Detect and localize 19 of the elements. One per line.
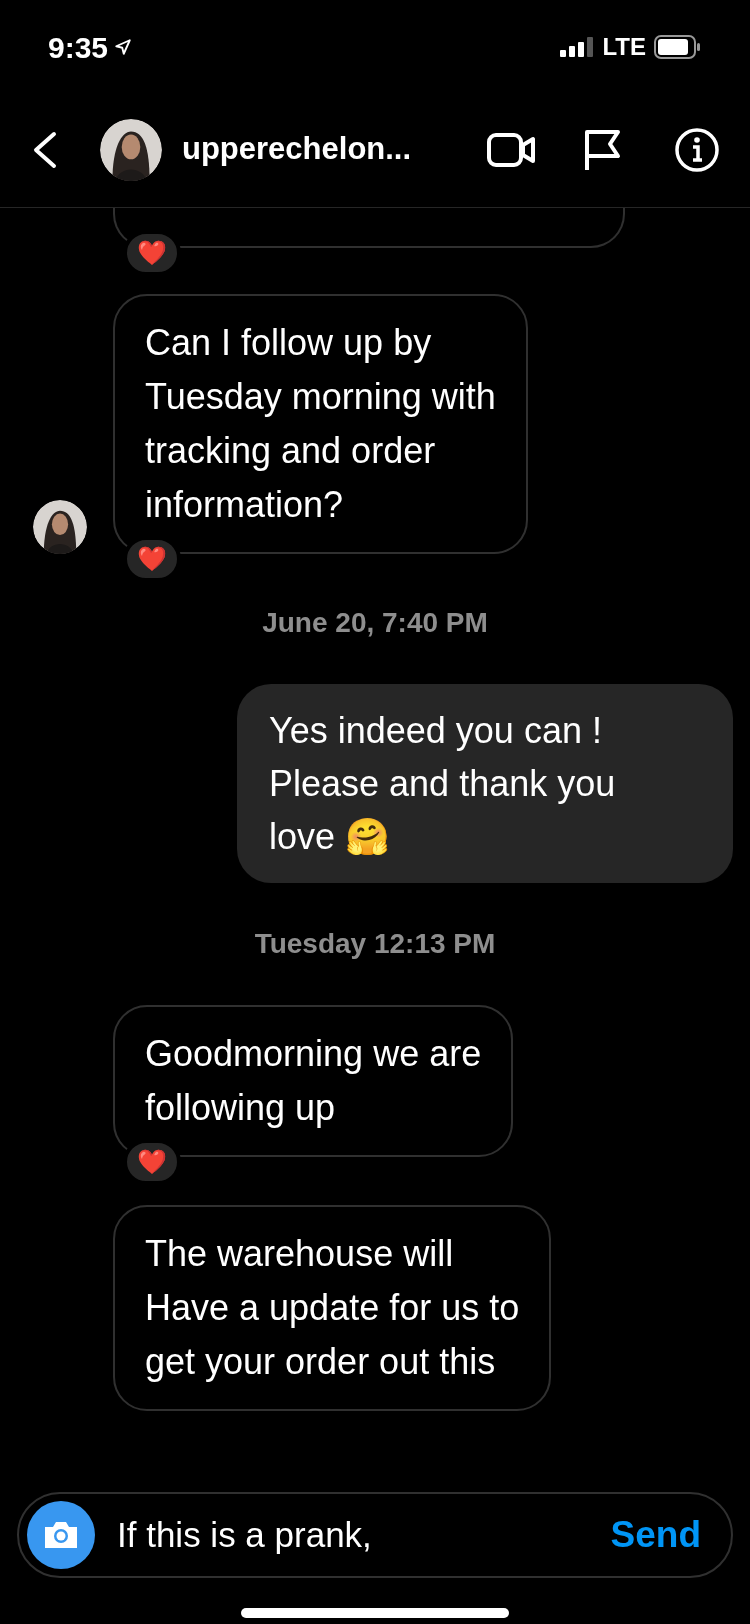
battery-icon bbox=[654, 35, 702, 59]
status-time: 9:35 bbox=[48, 29, 109, 66]
info-icon[interactable] bbox=[674, 126, 720, 173]
timestamp: Tuesday 12:13 PM bbox=[254, 927, 496, 961]
sent-message: Yes indeed you can ! Please and thank you love 🤗 bbox=[237, 684, 733, 883]
flag-icon[interactable] bbox=[582, 127, 622, 172]
signal-icon bbox=[560, 37, 595, 57]
avatar bbox=[100, 118, 162, 181]
location-arrow-icon bbox=[114, 38, 133, 56]
message-composer[interactable]: If this is a prank, Send bbox=[17, 1492, 733, 1578]
timestamp: June 20, 7:40 PM bbox=[262, 606, 488, 640]
send-button[interactable]: Send bbox=[610, 1507, 701, 1563]
camera-button[interactable] bbox=[27, 1501, 95, 1569]
received-message: The warehouse will Have a update for us to get your order out this bbox=[113, 1205, 552, 1411]
avatar bbox=[33, 500, 87, 554]
network-label: LTE bbox=[602, 32, 646, 62]
username[interactable]: upperechelon... bbox=[182, 126, 412, 173]
camera-icon bbox=[42, 1519, 80, 1551]
message-input[interactable]: If this is a prank, bbox=[117, 1508, 611, 1562]
